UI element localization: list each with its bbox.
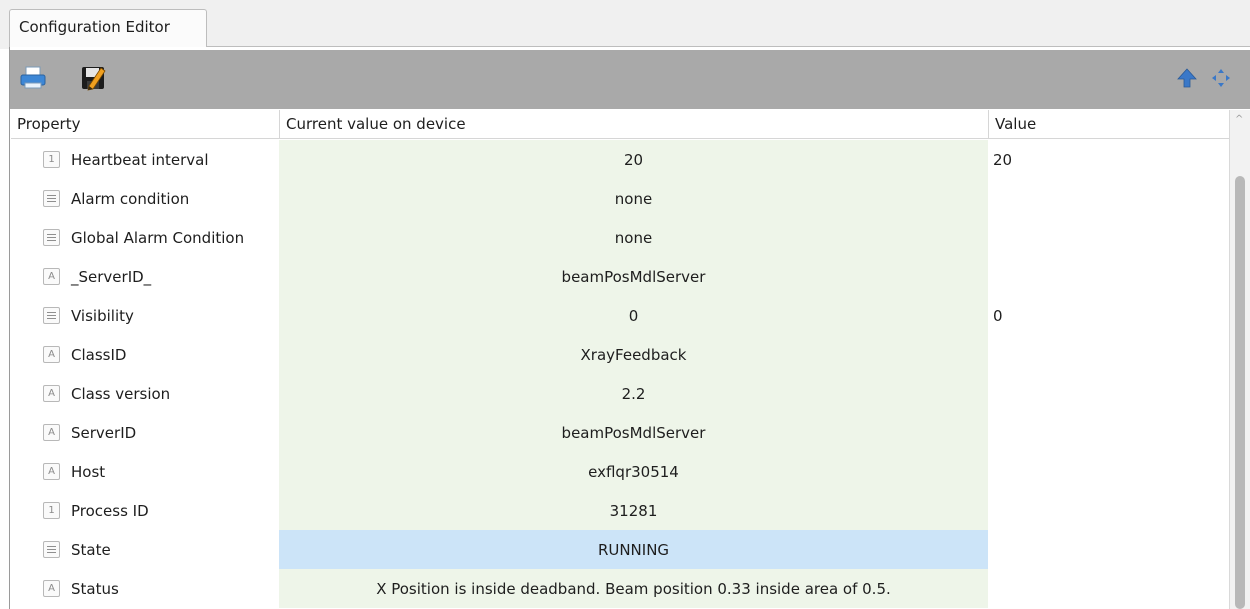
list-type-icon [43,190,60,207]
property-cell[interactable]: Visibility [11,296,279,335]
arrow-up-icon[interactable] [1170,62,1204,94]
value-cell[interactable] [988,413,1229,452]
table-row[interactable]: A _ServerID_ beamPosMdlServer [11,257,1229,296]
value-cell[interactable]: 0 [988,296,1229,335]
current-value-cell: exflqr30514 [279,452,988,491]
value-cell[interactable] [988,491,1229,530]
current-value-cell: beamPosMdlServer [279,413,988,452]
table-row[interactable]: 1 Heartbeat interval 20 20 [11,140,1229,179]
current-value-cell: beamPosMdlServer [279,257,988,296]
text-type-icon: A [43,268,60,285]
property-table: Property Current value on device Value 1… [11,110,1229,609]
property-cell[interactable]: A Class version [11,374,279,413]
property-label: _ServerID_ [71,267,152,286]
current-value-cell: 0 [279,296,988,335]
property-cell[interactable]: State [11,530,279,569]
property-cell[interactable]: A Status [11,569,279,608]
property-label: Host [71,462,106,481]
number-type-icon: 1 [43,151,60,168]
table-row[interactable]: State RUNNING [11,530,1229,569]
printer-icon[interactable] [16,62,50,94]
header-property[interactable]: Property [11,110,279,139]
header-current-value[interactable]: Current value on device [279,110,988,139]
header-value[interactable]: Value [988,110,1229,139]
current-value-cell: 2.2 [279,374,988,413]
property-cell[interactable]: A ClassID [11,335,279,374]
current-value-cell: none [279,179,988,218]
list-type-icon [43,541,60,558]
value-cell[interactable] [988,218,1229,257]
text-type-icon: A [43,580,60,597]
text-type-icon: A [43,385,60,402]
table-row[interactable]: 1 Process ID 31281 [11,491,1229,530]
property-cell[interactable]: Global Alarm Condition [11,218,279,257]
vertical-scrollbar[interactable]: ^ [1229,110,1250,609]
move-arrows-icon[interactable] [1204,62,1238,94]
value-cell[interactable] [988,452,1229,491]
property-cell[interactable]: 1 Heartbeat interval [11,140,279,179]
toolbar [10,50,1250,109]
table-row[interactable]: Visibility 0 0 [11,296,1229,335]
property-cell[interactable]: A _ServerID_ [11,257,279,296]
property-label: ClassID [71,345,127,364]
table-row[interactable]: A Status X Position is inside deadband. Be… [11,569,1229,608]
property-cell[interactable]: 1 Process ID [11,491,279,530]
list-type-icon [43,229,60,246]
property-label: State [71,540,111,559]
save-edit-icon[interactable] [76,62,110,94]
current-value-cell: none [279,218,988,257]
value-cell[interactable] [988,179,1229,218]
property-label: Status [71,579,119,598]
property-label: Class version [71,384,171,403]
text-type-icon: A [43,424,60,441]
table-header: Property Current value on device Value [11,110,1229,139]
current-value-cell: 20 [279,140,988,179]
property-label: Visibility [71,306,134,325]
property-label: Alarm condition [71,189,190,208]
property-label: Global Alarm Condition [71,228,245,247]
current-value-cell: RUNNING [279,530,988,569]
value-cell[interactable] [988,374,1229,413]
tab-configuration-editor[interactable]: Configuration Editor [9,9,207,47]
value-cell[interactable] [988,257,1229,296]
table-row[interactable]: A Class version 2.2 [11,374,1229,413]
property-label: Heartbeat interval [71,150,209,169]
number-type-icon: 1 [43,502,60,519]
text-type-icon: A [43,463,60,480]
current-value-cell: X Position is inside deadband. Beam posi… [279,569,988,608]
table-row[interactable]: Global Alarm Condition none [11,218,1229,257]
value-cell[interactable] [988,530,1229,569]
scroll-up-icon[interactable]: ^ [1235,114,1243,125]
tab-bar: Configuration Editor [0,0,1250,49]
value-cell[interactable]: 20 [988,140,1229,179]
current-value-cell: 31281 [279,491,988,530]
text-type-icon: A [43,346,60,363]
table-row[interactable]: A Host exflqr30514 [11,452,1229,491]
table-row[interactable]: A ClassID XrayFeedback [11,335,1229,374]
scrollbar-thumb[interactable] [1235,176,1245,609]
value-cell[interactable] [988,335,1229,374]
current-value-cell: XrayFeedback [279,335,988,374]
property-cell[interactable]: A ServerID [11,413,279,452]
table-row[interactable]: Alarm condition none [11,179,1229,218]
table-row[interactable]: A ServerID beamPosMdlServer [11,413,1229,452]
property-label: ServerID [71,423,137,442]
property-cell[interactable]: Alarm condition [11,179,279,218]
property-cell[interactable]: A Host [11,452,279,491]
property-label: Process ID [71,501,149,520]
list-type-icon [43,307,60,324]
value-cell[interactable] [988,569,1229,608]
